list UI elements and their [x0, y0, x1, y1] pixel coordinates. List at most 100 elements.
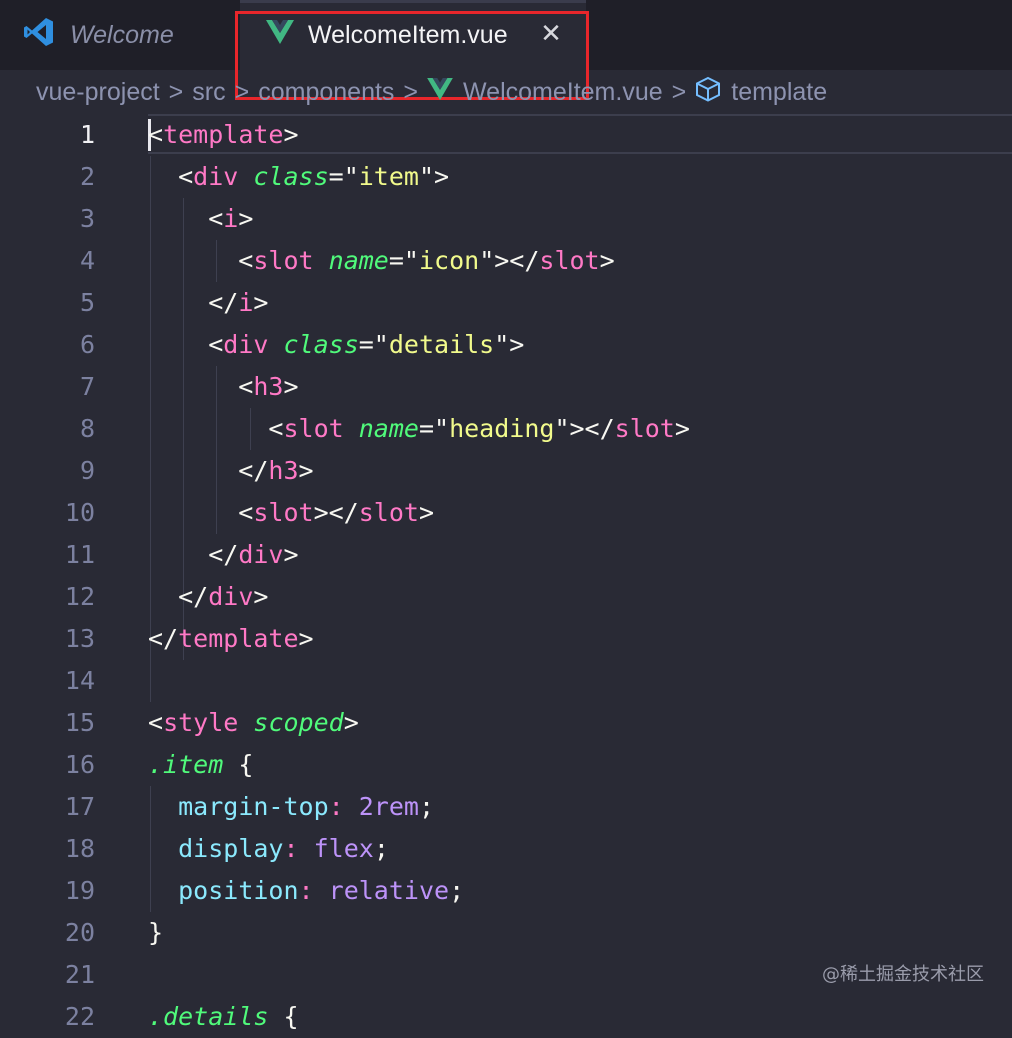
code-line[interactable]: 3 <i> — [0, 198, 1012, 240]
code-line[interactable]: 13 </template> — [0, 618, 1012, 660]
code-text: <h3> — [148, 366, 298, 408]
code-token: { — [268, 1002, 299, 1031]
breadcrumb-item-src[interactable]: src — [192, 78, 225, 107]
code-token: > — [599, 246, 615, 275]
tab-label: WelcomeItem.vue — [308, 20, 508, 49]
breadcrumb-item-components[interactable]: components — [258, 78, 394, 107]
code-text: <style scoped> — [148, 702, 359, 744]
line-number: 22 — [64, 1002, 95, 1031]
code-token: style — [163, 708, 239, 737]
code-token: ; — [418, 792, 435, 821]
tab-welcome[interactable]: Welcome — [0, 0, 240, 70]
code-token: class — [283, 330, 359, 359]
code-line[interactable]: 15 <style scoped> — [0, 702, 1012, 744]
code-token: display — [178, 834, 284, 863]
code-token: div — [238, 540, 284, 569]
breadcrumb-separator: > — [671, 77, 687, 106]
line-number: 7 — [79, 372, 95, 401]
code-line[interactable]: 2 <div class="item"> — [0, 156, 1012, 198]
code-line[interactable]: 6 <div class="details"> — [0, 324, 1012, 366]
code-line[interactable]: 4 <slot name="icon"></slot> — [0, 240, 1012, 282]
code-token: < — [148, 204, 224, 233]
code-token: : — [328, 792, 344, 821]
line-number: 16 — [64, 750, 95, 779]
code-token: flex — [313, 834, 374, 863]
line-number: 4 — [79, 246, 95, 275]
close-icon[interactable]: ✕ — [538, 20, 564, 46]
breadcrumb-item-symbol[interactable]: template — [731, 78, 827, 107]
code-text: <template> — [148, 114, 299, 156]
code-token: icon — [418, 246, 480, 275]
code-token: ; — [449, 876, 465, 905]
code-line[interactable]: 7 <h3> — [0, 366, 1012, 408]
code-token: =" — [328, 162, 359, 191]
line-number: 10 — [64, 498, 95, 527]
code-token: < — [148, 120, 164, 149]
code-token: < — [148, 162, 194, 191]
line-number: 21 — [64, 960, 95, 989]
line-number: 5 — [79, 288, 95, 317]
code-token: } — [148, 918, 164, 947]
code-text: <i> — [148, 198, 253, 240]
code-text: </h3> — [148, 450, 313, 492]
code-token: < — [148, 246, 254, 275]
code-line[interactable]: 8 <slot name="heading"></slot> — [0, 408, 1012, 450]
code-line[interactable]: 19 position: relative; — [0, 870, 1012, 912]
line-number: 13 — [64, 624, 95, 653]
code-token: =" — [358, 330, 389, 359]
code-line[interactable]: 22 .details { — [0, 996, 1012, 1038]
code-token: "> — [418, 162, 450, 191]
line-number: 17 — [64, 792, 95, 821]
line-number: 12 — [64, 582, 95, 611]
code-line[interactable]: 20} — [0, 912, 1012, 954]
code-token: details — [388, 330, 495, 359]
code-line[interactable]: 17 margin-top: 2rem; — [0, 786, 1012, 828]
breadcrumb-separator: > — [168, 77, 184, 106]
code-line[interactable]: 1 <template> — [0, 114, 1012, 156]
code-line[interactable]: 11 </div> — [0, 534, 1012, 576]
code-line[interactable]: 9 </h3> — [0, 450, 1012, 492]
watermark: @稀土掘金技术社区 — [822, 964, 984, 985]
code-token: slot — [539, 246, 600, 275]
line-number: 8 — [79, 414, 95, 443]
code-line[interactable]: 12 </div> — [0, 576, 1012, 618]
code-token: div — [193, 162, 239, 191]
code-line[interactable]: 14 — [0, 660, 1012, 702]
line-number: 9 — [79, 456, 95, 485]
tab-label: Welcome — [70, 20, 174, 49]
code-line[interactable]: 18 display: flex; — [0, 828, 1012, 870]
code-line[interactable]: 16 .item { — [0, 744, 1012, 786]
code-line[interactable]: 5 </i> — [0, 282, 1012, 324]
code-token: i — [238, 288, 254, 317]
code-token: </ — [148, 456, 269, 485]
breadcrumb-item-file[interactable]: WelcomeItem.vue — [463, 78, 663, 107]
code-token: > — [283, 540, 299, 569]
code-token: : — [298, 876, 314, 905]
code-token: > — [343, 708, 359, 737]
line-number: 14 — [64, 666, 95, 695]
code-token: < — [148, 414, 284, 443]
breadcrumb-separator: > — [403, 77, 419, 106]
code-token: slot — [614, 414, 675, 443]
code-text: position: relative; — [148, 870, 464, 912]
line-number: 1 — [79, 120, 95, 149]
tab-welcomeitem-vue[interactable]: WelcomeItem.vue ✕ — [240, 0, 586, 70]
code-text: margin-top: 2rem; — [148, 786, 434, 828]
breadcrumb-item-project[interactable]: vue-project — [36, 78, 160, 107]
code-token: i — [223, 204, 239, 233]
tab-bar: Welcome WelcomeItem.vue ✕ — [0, 0, 1012, 70]
code-token: "></ — [479, 246, 540, 275]
code-text: </template> — [148, 618, 314, 660]
code-line[interactable]: 10 <slot></slot> — [0, 492, 1012, 534]
code-token: div — [208, 582, 254, 611]
code-editor[interactable]: 1 <template> 2 <div class="item"> 3 <i> 4 <s… — [0, 114, 1012, 1031]
code-text: </i> — [148, 282, 268, 324]
code-token: name — [358, 414, 419, 443]
code-token: </ — [148, 582, 209, 611]
